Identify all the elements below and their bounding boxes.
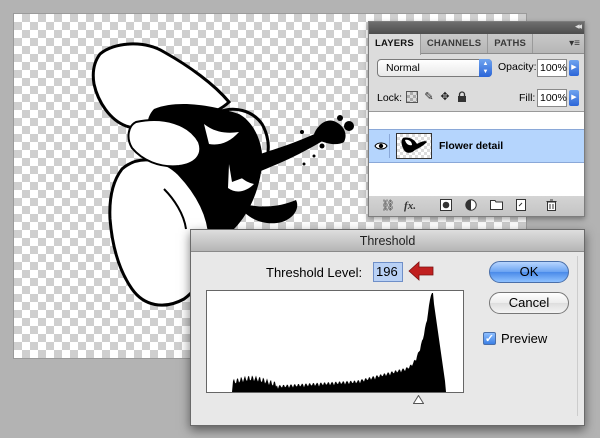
fill-label: Fill: — [519, 92, 536, 104]
cancel-button[interactable]: Cancel — [489, 292, 569, 314]
ok-button[interactable]: OK — [489, 261, 569, 283]
panel-menu-icon[interactable]: ▾≡ — [569, 38, 580, 49]
eye-icon[interactable] — [372, 134, 390, 158]
panel-tabs: LAYERS CHANNELS PATHS ▾≡ — [369, 34, 584, 55]
collapse-icon[interactable]: ◂◂ — [575, 21, 582, 32]
slider-thumb[interactable] — [412, 394, 425, 407]
layer-row[interactable]: Flower detail — [369, 129, 584, 163]
tab-paths[interactable]: PATHS — [488, 34, 534, 53]
opacity-dropdown-icon[interactable]: ▶ — [569, 60, 579, 76]
threshold-slider[interactable] — [206, 393, 464, 409]
fx-icon[interactable]: fx. — [403, 199, 417, 213]
histogram-area — [207, 293, 463, 392]
chevron-updown-icon: ▲ ▼ — [479, 59, 492, 77]
preview-checkbox[interactable]: ✓ — [483, 332, 496, 345]
preview-label[interactable]: Preview — [501, 331, 547, 346]
layer-thumbnail[interactable] — [396, 133, 432, 159]
blend-row: Normal ▲ ▼ Opacity: 100% ▶ — [377, 59, 581, 79]
layers-panel: ◂◂ LAYERS CHANNELS PATHS ▾≡ Normal ▲ ▼ Op… — [368, 21, 585, 217]
opacity-input[interactable]: 100% — [537, 59, 567, 77]
new-layer-icon[interactable] — [514, 199, 528, 213]
adjustment-icon[interactable] — [464, 199, 478, 213]
layer-name: Flower detail — [439, 140, 504, 152]
blend-mode-value: Normal — [386, 62, 420, 74]
dialog-title[interactable]: Threshold — [191, 230, 584, 252]
histogram — [206, 290, 464, 393]
red-arrow-icon — [408, 261, 434, 284]
threshold-level-input[interactable]: 196 — [373, 262, 403, 282]
link-icon[interactable]: ⛓ — [381, 199, 395, 213]
dialog-divider — [575, 256, 578, 416]
opacity-label: Opacity: — [498, 61, 537, 73]
panel-bottom-toolbar: ⛓ fx. — [369, 196, 584, 216]
threshold-dialog: Threshold Threshold Level: 196 OK Cancel… — [190, 229, 585, 426]
lock-image-pixels-icon[interactable]: ✎ — [423, 91, 435, 103]
tab-channels[interactable]: CHANNELS — [421, 34, 489, 53]
lock-label: Lock: — [377, 92, 403, 104]
trash-icon[interactable] — [544, 199, 558, 213]
panel-title-bar[interactable]: ◂◂ — [369, 21, 584, 34]
layers-list: Flower detail — [369, 111, 584, 207]
blend-mode-select[interactable]: Normal ▲ ▼ — [377, 59, 492, 77]
lock-position-icon[interactable]: ✥ — [439, 91, 451, 103]
lock-row: Lock: ✎ ✥ Fill: 100% ▶ — [377, 89, 581, 109]
fill-input[interactable]: 100% — [537, 89, 567, 107]
group-folder-icon[interactable] — [489, 199, 503, 213]
threshold-level-label: Threshold Level: — [266, 265, 363, 280]
tab-layers[interactable]: LAYERS — [369, 34, 421, 55]
lock-all-icon[interactable] — [456, 91, 468, 103]
fill-dropdown-icon[interactable]: ▶ — [569, 90, 579, 106]
histogram-graph — [207, 293, 463, 392]
lock-transparent-pixels-icon[interactable] — [406, 91, 418, 103]
mask-icon[interactable] — [439, 199, 453, 213]
